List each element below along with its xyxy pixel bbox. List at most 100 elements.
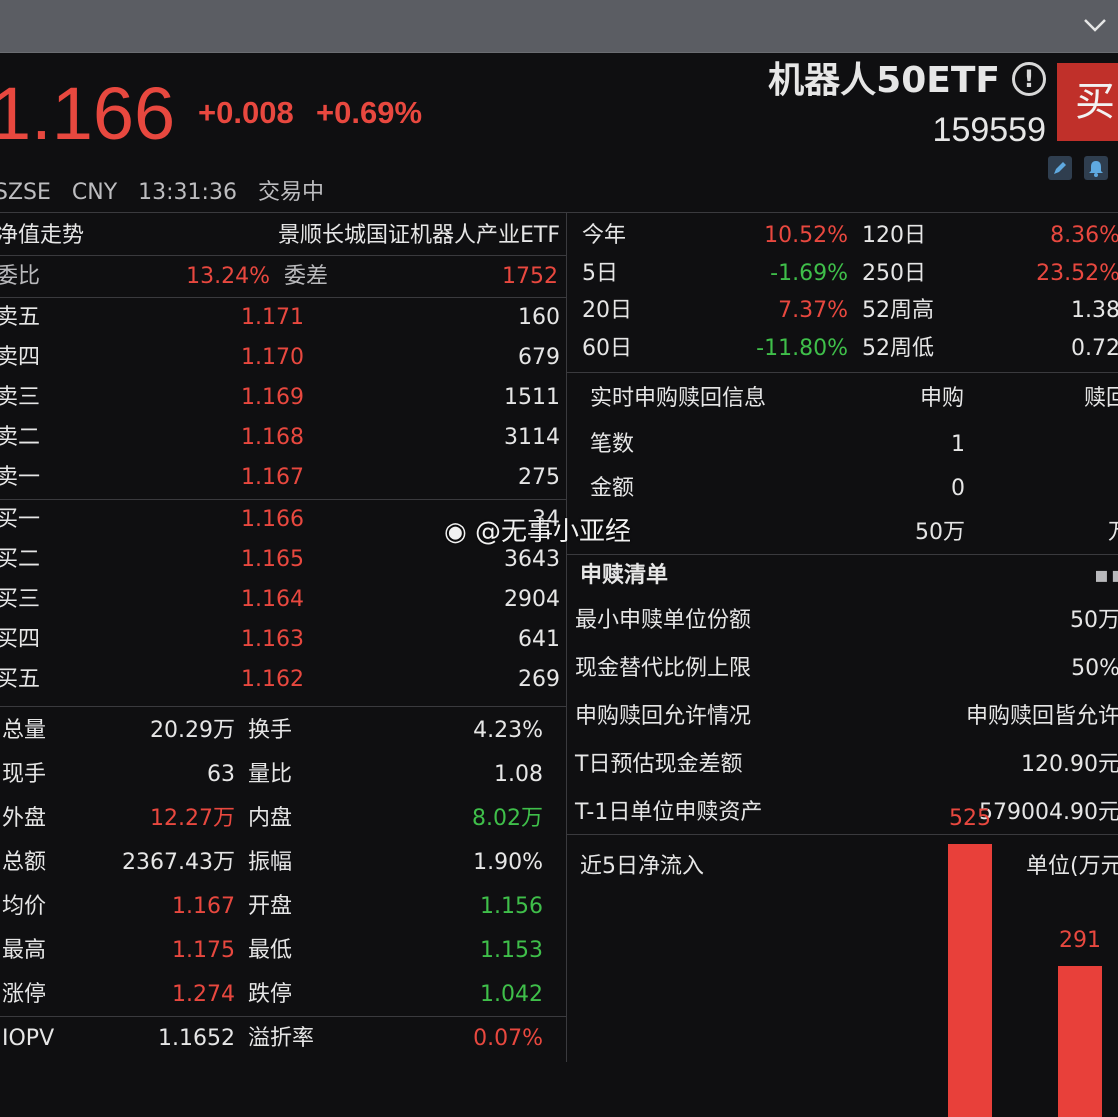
stat-label: IOPV [2,1026,55,1051]
redemption-item-label: 现金替代比例上限 [575,656,752,681]
stat-value: 1.1652 [158,1026,235,1051]
perf-value: 1.38 [1071,298,1118,323]
divider [0,255,566,256]
perf-label: 250日 [862,260,926,286]
redemption-item-value: 申购赎回皆允许 [965,704,1118,729]
bell-icon[interactable] [1084,156,1108,180]
ask-price: 1.170 [241,345,304,370]
perf-value: 8.36% [1050,223,1118,248]
buy-button[interactable]: 买 [1057,63,1118,141]
stat-value: 0.07% [473,1026,543,1051]
bid-level-label: 买三 [0,587,41,612]
exchange: SZSE [0,180,51,205]
chart-bar [948,844,992,1117]
commission-ratio-label: 委比 [0,264,41,289]
divider [566,212,567,1062]
perf-value: -1.69% [770,260,848,286]
bid-price: 1.164 [241,587,304,612]
stat-value: 1.175 [172,938,235,963]
stat-value: 1.156 [480,894,543,919]
exclamation-circle-icon[interactable]: ! [1012,62,1046,96]
stat-label: 现手 [2,762,47,787]
perf-label: 52周低 [862,335,934,361]
flow-title: 近5日净流入 [580,854,704,879]
stat-label: 均价 [2,894,47,919]
flow-unit: 单位(万元) [1026,854,1118,879]
bid-volume: 269 [518,667,560,692]
ask-level-label: 卖四 [0,345,41,370]
quote-time: 13:31:36 [138,180,237,205]
price-change: +0.008 [198,95,294,130]
divider [0,1016,566,1017]
redemption-list-title: 申赎清单 [580,563,669,588]
watermark: ◉ @无事小亚经 [444,516,631,548]
bid-price: 1.166 [241,507,304,532]
ask-price: 1.167 [241,465,304,490]
stat-value: 1.153 [480,938,543,963]
stat-label: 总额 [2,850,47,875]
chart-data-label: 291 [1059,927,1101,953]
more-dots-icon[interactable]: ▪▪ [1094,563,1118,589]
perf-label: 今年 [582,223,627,248]
divider [567,372,1118,373]
bid-level-label: 买二 [0,547,41,572]
redemption-item-value: 579004.90元 [979,800,1118,825]
stat-label: 振幅 [248,850,293,875]
stat-label: 涨停 [2,982,47,1007]
divider [0,499,566,500]
stat-label: 开盘 [248,894,293,919]
chart-data-label: 525 [949,806,991,831]
perf-value: 7.37% [778,298,848,323]
perf-label: 60日 [582,335,632,361]
ask-level-label: 卖三 [0,385,41,410]
stat-value: 1.167 [172,894,235,919]
perf-value: -11.80% [756,335,848,361]
perf-label: 5日 [582,260,618,286]
watermark-text: @无事小亚经 [474,517,631,547]
stat-value: 8.02万 [472,806,543,831]
divider [567,834,1118,835]
fund-full-name: 景顺长城国证机器人产业ETF [278,223,560,248]
stat-label: 内盘 [248,806,293,831]
commission-diff-value: 1752 [502,264,558,289]
redemption-item-value: 50万 [1070,608,1118,633]
ask-level-label: 卖五 [0,305,41,330]
perf-label: 20日 [582,298,632,323]
pencil-icon[interactable] [1048,156,1072,180]
ask-volume: 679 [518,345,560,370]
stat-label: 最高 [2,938,47,963]
stat-value: 1.274 [172,982,235,1007]
perf-value: 0.72 [1071,335,1118,361]
chart-bar [1058,965,1102,1117]
nav-trend-link[interactable]: 净值走势 [0,223,84,249]
ask-level-label: 卖二 [0,425,41,450]
stat-label: 外盘 [2,806,47,831]
bid-volume: 641 [518,627,560,652]
bid-price: 1.165 [241,547,304,572]
stat-label: 最低 [248,938,293,963]
exchange-meta: SZSE CNY 13:31:36 交易中 [0,180,324,206]
bid-level-label: 买一 [0,507,41,532]
stat-label: 跌停 [248,982,293,1007]
redemption-item-label: T-1日单位申赎资产 [575,800,763,825]
redemption-item-label: T日预估现金差额 [575,752,743,777]
commission-diff-label: 委差 [284,264,329,289]
stat-label: 换手 [248,718,293,743]
chevron-down-icon[interactable] [1082,12,1108,38]
divider [567,554,1118,555]
stat-value: 63 [207,762,235,787]
redemption-item-label: 申购赎回允许情况 [575,704,752,729]
realtime-row-value: 50万 [915,520,965,545]
redemption-item-value: 120.90元 [1021,752,1118,777]
ask-level-label: 卖一 [0,465,41,490]
perf-label: 52周高 [862,298,934,323]
weibo-logo-icon: ◉ [444,517,467,547]
ask-price: 1.169 [241,385,304,410]
divider [0,212,1118,213]
price-change-pct: +0.69% [316,95,423,130]
realtime-row-label: 金额 [590,476,635,501]
stat-value: 4.23% [473,718,543,743]
bid-volume: 3643 [504,547,560,572]
realtime-row-redeem-partial: 万 [1108,520,1118,546]
bid-price: 1.162 [241,667,304,692]
